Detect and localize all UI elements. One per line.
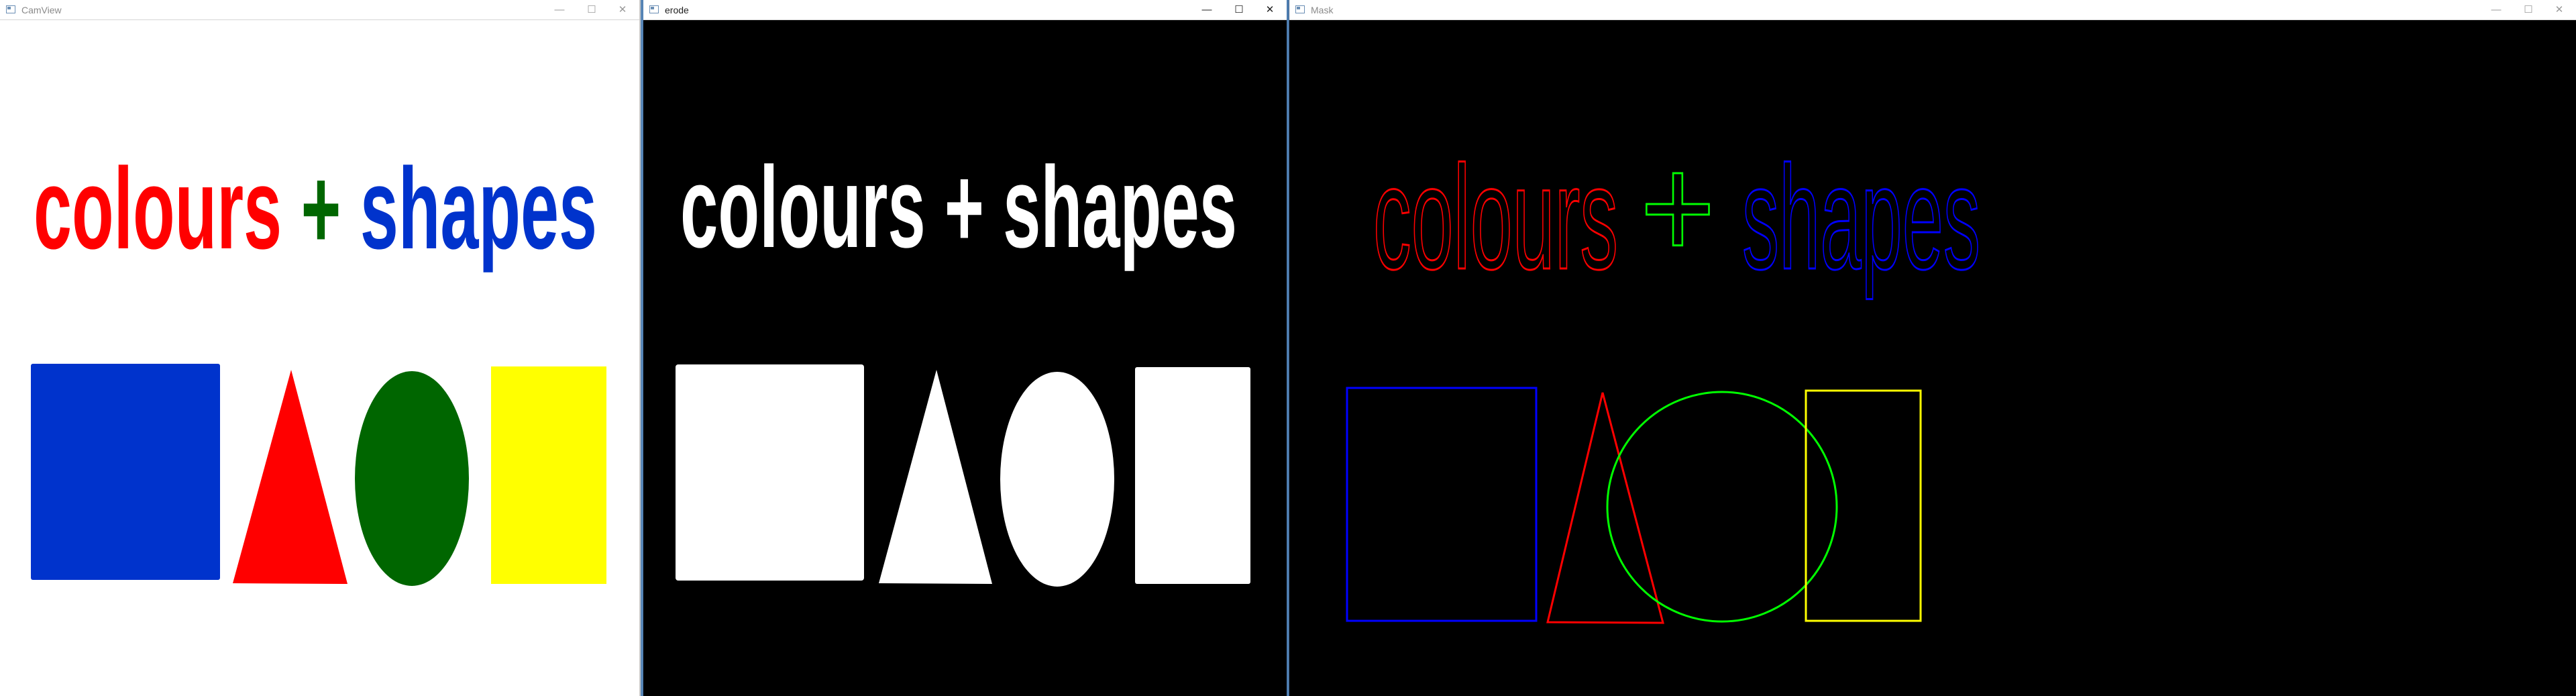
headline-plus: + (945, 143, 984, 272)
maximize-button[interactable]: ☐ (1224, 0, 1254, 20)
mask-titlebar[interactable]: Mask — ☐ ✕ (1289, 0, 2576, 20)
white-rectangle (1135, 367, 1250, 584)
camview-canvas: colours + shapes (0, 20, 639, 696)
white-triangle (879, 370, 992, 584)
white-ellipse (1000, 372, 1114, 587)
camview-window: CamView — ☐ ✕ colours + shapes (0, 0, 641, 696)
minimize-button[interactable]: — (2481, 0, 2512, 20)
minimize-button[interactable]: — (544, 0, 575, 20)
close-button[interactable]: ✕ (1254, 0, 1285, 20)
minimize-button[interactable]: — (1191, 0, 1222, 20)
headline-word-shapes: shapes (1003, 143, 1237, 272)
maximize-button[interactable]: ☐ (2513, 0, 2544, 20)
white-square (676, 364, 864, 581)
close-button[interactable]: ✕ (607, 0, 638, 20)
yellow-rectangle (491, 366, 606, 584)
window-app-icon (1295, 5, 1305, 13)
headline-outline: colours + shapes (1373, 124, 1982, 301)
headline-word-colours: colours (34, 144, 282, 273)
headline: colours + shapes (34, 144, 597, 273)
headline-word-colours: colours (680, 143, 926, 272)
window-app-icon (6, 5, 15, 13)
red-triangle (233, 370, 347, 584)
headline-word-shapes: shapes (360, 144, 597, 273)
headline: colours + shapes (680, 143, 1237, 272)
mask-image: colours + shapes (1346, 124, 1982, 624)
camview-titlebar[interactable]: CamView — ☐ ✕ (0, 0, 639, 20)
close-button[interactable]: ✕ (2544, 0, 2575, 20)
erode-titlebar[interactable]: erode — ☐ ✕ (643, 0, 1287, 20)
maximize-button[interactable]: ☐ (576, 0, 607, 20)
erode-window: erode — ☐ ✕ colours + shapes (643, 0, 1288, 696)
erode-image: colours + shapes (676, 143, 1250, 587)
green-ellipse (355, 371, 469, 586)
headline-word-colours: colours (1373, 135, 1618, 300)
camview-image: colours + shapes (31, 144, 606, 586)
headline-plus: + (301, 144, 341, 273)
window-title: CamView (21, 5, 62, 15)
window-title: erode (665, 5, 689, 15)
window-app-icon (649, 5, 659, 13)
mask-canvas: colours + shapes (1289, 20, 2576, 696)
blue-square (31, 364, 220, 580)
blue-rectangle-outline (1346, 387, 1538, 622)
window-title: Mask (1311, 5, 1334, 15)
headline-word-shapes: shapes (1742, 135, 1980, 300)
green-circle-outline (1606, 391, 1838, 623)
red-triangle-outline (1546, 392, 1664, 624)
mask-window: Mask — ☐ ✕ colours + shapes (1289, 0, 2576, 696)
yellow-square-outline (1805, 389, 1922, 622)
headline-plus: + (1640, 125, 1715, 290)
erode-canvas: colours + shapes (643, 20, 1287, 696)
